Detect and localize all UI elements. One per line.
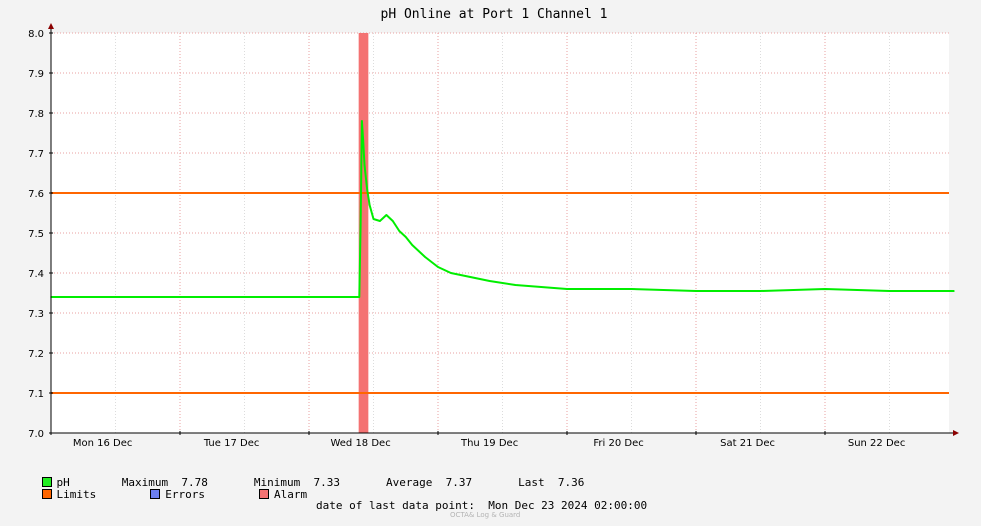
data-point [630, 288, 633, 290]
x-axis-arrow [953, 430, 959, 436]
last-label: Last [518, 476, 545, 489]
data-point [362, 140, 364, 142]
x-tick-label: Wed 18 Dec [330, 438, 390, 449]
data-point [361, 120, 363, 122]
y-tick-label: 7.4 [28, 269, 44, 280]
legend-errors-label: Errors [165, 488, 205, 501]
y-tick-label: 8.0 [28, 29, 44, 40]
data-point [243, 296, 246, 298]
data-point [363, 164, 366, 166]
data-point [364, 176, 367, 178]
y-tick-label: 7.6 [28, 189, 44, 200]
data-point [540, 286, 542, 288]
data-point [888, 290, 891, 292]
data-point [411, 244, 414, 246]
y-tick-label: 7.7 [28, 149, 44, 160]
data-point [372, 218, 375, 220]
data-point [398, 230, 401, 232]
x-tick-label: Sun 22 Dec [848, 438, 905, 449]
x-tick-label: Fri 20 Dec [593, 438, 643, 449]
legend-limits-label: Limits [56, 488, 97, 501]
data-point [566, 288, 568, 290]
chart-title: pH Online at Port 1 Channel 1 [381, 7, 608, 22]
data-point [469, 276, 472, 278]
data-point [179, 296, 181, 298]
y-tick-label: 7.3 [28, 309, 44, 320]
y-tick-label: 7.5 [28, 229, 44, 240]
last-value: 7.36 [557, 476, 585, 489]
errors-swatch [150, 489, 161, 499]
legend-row-2: Limits Errors Alarm [15, 475, 307, 514]
data-point [450, 272, 452, 274]
limits-swatch [41, 489, 52, 499]
data-point [759, 290, 762, 292]
data-point [424, 256, 426, 258]
data-point [368, 204, 371, 206]
plot-area [51, 33, 949, 433]
watermark: OCTA& Log & Guard [450, 511, 521, 519]
minimum-value: 7.33 [313, 476, 340, 489]
data-point [308, 296, 310, 298]
data-point [953, 290, 955, 292]
average-value: 7.37 [445, 476, 473, 489]
data-point [385, 214, 388, 216]
data-point [488, 280, 491, 282]
chart-root: 7.0 7.1 7.2 7.3 7.4 7.5 7.6 7.7 7.8 7.9 8.0 Mon 16 … [0, 0, 981, 526]
y-tick-label: 7.1 [28, 389, 44, 400]
data-point [514, 284, 517, 286]
x-tick-label: Mon 16 Dec [73, 438, 133, 449]
y-tick-label: 7.0 [28, 429, 44, 440]
data-point [114, 296, 117, 298]
alarm-swatch [259, 489, 269, 499]
ph-chart: 7.0 7.1 7.2 7.3 7.4 7.5 7.6 7.7 7.8 7.9 8.0 Mon 16 … [28, 7, 959, 449]
data-point [437, 266, 439, 268]
data-point [379, 220, 381, 222]
x-tick-label: Tue 17 Dec [203, 438, 260, 449]
data-point [359, 224, 362, 226]
data-point [695, 290, 697, 292]
data-point [404, 236, 407, 238]
y-tick-label: 7.9 [28, 69, 44, 80]
y-axis-arrow [48, 23, 54, 29]
data-point [392, 220, 394, 222]
legend-alarm-label: Alarm [274, 488, 308, 501]
x-tick-label: Sat 21 Dec [720, 438, 775, 449]
x-tick-label: Thu 19 Dec [460, 438, 518, 449]
data-point [358, 296, 361, 298]
data-point [366, 188, 368, 190]
y-tick-label: 7.8 [28, 109, 44, 120]
y-tick-label: 7.2 [28, 349, 44, 360]
average-label: Average [385, 476, 433, 489]
data-point [824, 288, 826, 290]
